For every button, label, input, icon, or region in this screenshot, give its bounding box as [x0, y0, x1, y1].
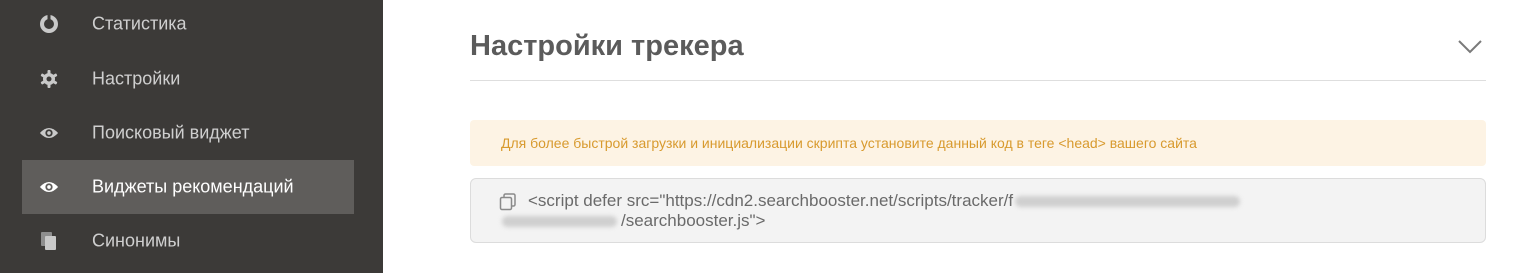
- code-line: <script defer src="https://cdn2.searchbo…: [528, 191, 1241, 211]
- sidebar-item-label: Статистика: [92, 13, 187, 34]
- sidebar-item-settings[interactable]: Настройки: [22, 52, 354, 106]
- notice-text: Для более быстрой загрузки и инициализац…: [501, 135, 1197, 151]
- tracker-code-block[interactable]: <script defer src="https://cdn2.searchbo…: [470, 178, 1486, 243]
- sidebar-item-synonyms[interactable]: Синонимы: [22, 214, 354, 268]
- eye-icon: [39, 123, 59, 143]
- main-content: Настройки трекера Для более быстрой загр…: [383, 0, 1536, 273]
- sidebar-item-recommendation-widgets[interactable]: Виджеты рекомендаций: [22, 160, 354, 214]
- sidebar-item-label: Поисковый виджет: [92, 122, 250, 143]
- sidebar-item-label: Виджеты рекомендаций: [92, 176, 294, 197]
- eye-icon: [39, 177, 59, 197]
- redacted-text: [502, 216, 617, 227]
- divider: [470, 80, 1486, 81]
- code-text: /searchbooster.js">: [621, 211, 766, 230]
- chevron-down-icon[interactable]: [1457, 38, 1483, 56]
- page-title: Настройки трекера: [470, 30, 744, 62]
- code-line: /searchbooster.js">: [621, 211, 765, 231]
- sidebar-item-label: Синонимы: [92, 230, 181, 251]
- sidebar-item-search-widget[interactable]: Поисковый виджет: [22, 106, 354, 160]
- sidebar-item-statistics[interactable]: Статистика: [22, 0, 354, 51]
- redacted-text: [1015, 196, 1241, 208]
- code-text: <script defer src="https://cdn2.searchbo…: [528, 191, 1014, 210]
- chart-pie-icon: [39, 14, 59, 34]
- sidebar-item-label: Настройки: [92, 68, 181, 89]
- sidebar: Статистика Настройки Поисковый виджет Ви…: [0, 0, 383, 273]
- gear-icon: [39, 69, 59, 89]
- copy-icon[interactable]: [499, 193, 517, 211]
- copy-icon: [39, 231, 59, 251]
- info-notice: Для более быстрой загрузки и инициализац…: [470, 120, 1486, 166]
